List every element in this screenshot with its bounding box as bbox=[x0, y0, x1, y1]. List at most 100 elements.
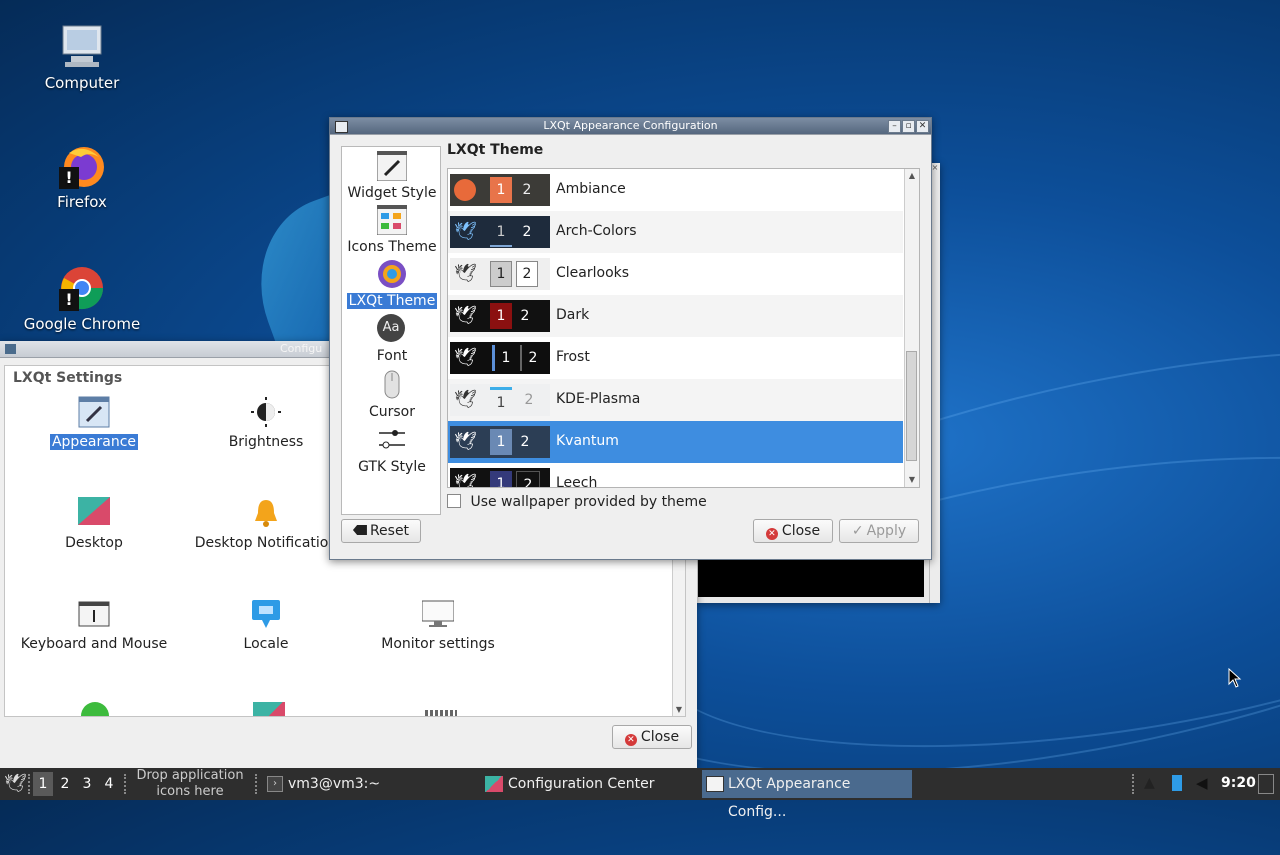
icons-theme-icon bbox=[376, 204, 408, 236]
workspace-1[interactable]: 1 bbox=[33, 772, 53, 796]
theme-preview: 🕊 1 2 bbox=[450, 216, 550, 248]
separator bbox=[1132, 774, 1136, 794]
volume-icon[interactable]: ◀ bbox=[1196, 774, 1214, 792]
desktop-icon-firefox[interactable]: ! Firefox bbox=[17, 143, 147, 211]
sidebar-item-icons-theme[interactable]: Icons Theme bbox=[342, 204, 442, 255]
show-desktop-icon[interactable] bbox=[1258, 774, 1274, 794]
ubuntu-icon bbox=[454, 179, 476, 201]
clock[interactable]: 9:20 bbox=[1221, 768, 1256, 800]
power-icon[interactable] bbox=[81, 702, 109, 716]
widget-style-icon bbox=[376, 150, 408, 182]
window-menu-icon[interactable] bbox=[335, 121, 348, 133]
chrome-icon: ! bbox=[59, 265, 105, 311]
mouse-cursor-icon bbox=[1228, 667, 1242, 688]
terminal-icon: › bbox=[267, 776, 283, 792]
sidebar-item-label: Font bbox=[376, 348, 408, 364]
desktop-icon-label: Computer bbox=[44, 74, 120, 92]
title-bar[interactable]: LXQt Appearance Configuration – ▫ ✕ bbox=[330, 118, 931, 135]
minimize-icon[interactable]: – bbox=[888, 120, 901, 133]
main-menu-icon[interactable]: 🕊 bbox=[4, 773, 27, 795]
close-button[interactable]: ✕ Close bbox=[612, 725, 692, 749]
theme-name: Leech bbox=[556, 475, 598, 488]
lxqt-bird-icon: 🕊 bbox=[454, 431, 477, 452]
theme-row-kvantum[interactable]: 🕊 1 2 Kvantum bbox=[448, 421, 903, 463]
window-menu-icon[interactable] bbox=[5, 344, 16, 354]
settings-item-appearance[interactable]: Appearance bbox=[9, 396, 179, 450]
desktop-icon-computer[interactable]: Computer bbox=[17, 24, 147, 92]
sidebar-item-widget-style[interactable]: Widget Style bbox=[342, 150, 442, 201]
workspace-2[interactable]: 2 bbox=[55, 772, 75, 796]
window-title: LXQt Appearance Configuration bbox=[543, 119, 718, 132]
reset-button[interactable]: Reset bbox=[341, 519, 421, 543]
mouse-icon bbox=[377, 370, 407, 400]
close-button-label: Close bbox=[781, 523, 821, 539]
theme-row-dark[interactable]: 🕊 1 2 Dark bbox=[448, 295, 903, 337]
separator bbox=[124, 774, 128, 794]
sidebar-item-label: Widget Style bbox=[347, 185, 437, 201]
keyboard-mouse-icon bbox=[78, 598, 110, 630]
sidebar-item-font[interactable]: Aa Font bbox=[342, 314, 442, 364]
settings-item-brightness[interactable]: Brightness bbox=[181, 396, 351, 450]
scroll-down-arrow-icon[interactable]: ▼ bbox=[673, 705, 685, 714]
settings-item-label: Locale bbox=[243, 636, 289, 652]
settings-item-desktop[interactable]: Desktop bbox=[9, 497, 179, 551]
settings-item-keyboard-mouse[interactable]: Keyboard and Mouse bbox=[9, 598, 179, 652]
theme-row-arch-colors[interactable]: 🕊 1 2 Arch-Colors bbox=[448, 211, 903, 253]
close-button[interactable]: ✕ Close bbox=[753, 519, 833, 543]
theme-row-kde-plasma[interactable]: 🕊 1 2 KDE-Plasma bbox=[448, 379, 903, 421]
settings-item-desktop-notification[interactable]: Desktop Notification bbox=[181, 497, 351, 551]
lxqt-theme-icon bbox=[377, 259, 407, 289]
locale-icon bbox=[250, 598, 282, 630]
wallpaper-checkbox-row[interactable]: Use wallpaper provided by theme bbox=[447, 494, 707, 512]
apply-button-label: Apply bbox=[866, 523, 907, 539]
scroll-up-arrow-icon[interactable]: ▲ bbox=[905, 169, 919, 183]
sidebar-item-label: Icons Theme bbox=[347, 239, 437, 255]
workspace-num: 1 bbox=[490, 471, 512, 487]
workspace-num: 2 bbox=[520, 434, 530, 450]
wallpaper-checkbox[interactable] bbox=[447, 494, 461, 508]
category-sidebar: Widget Style Icons Theme LXQt Theme Aa F… bbox=[341, 146, 441, 515]
shortcut-keys-icon[interactable] bbox=[425, 710, 457, 716]
theme-preview: 🕊 1 2 bbox=[450, 342, 550, 374]
settings-item-monitor-settings[interactable]: Monitor settings bbox=[353, 598, 523, 652]
wallpaper-checkbox-label: Use wallpaper provided by theme bbox=[470, 494, 707, 510]
theme-name: Frost bbox=[556, 349, 590, 365]
theme-row-clearlooks[interactable]: 🕊 1 2 Clearlooks bbox=[448, 253, 903, 295]
theme-row-frost[interactable]: 🕊 1 2 Frost bbox=[448, 337, 903, 379]
battery-icon[interactable] bbox=[1172, 775, 1182, 791]
task-configuration-center[interactable]: Configuration Center bbox=[482, 770, 694, 798]
scrollbar-thumb[interactable] bbox=[906, 351, 917, 461]
session-icon[interactable] bbox=[253, 702, 285, 716]
sidebar-item-lxqt-theme[interactable]: LXQt Theme bbox=[342, 259, 442, 309]
terminal-output[interactable] bbox=[698, 559, 924, 597]
maximize-icon[interactable]: ▫ bbox=[902, 120, 915, 133]
theme-preview: 🕊 1 2 bbox=[450, 258, 550, 290]
workspace-3[interactable]: 3 bbox=[77, 772, 97, 796]
theme-list-scrollbar[interactable]: ▲ ▼ bbox=[904, 169, 919, 487]
workspace-num: 2 bbox=[520, 345, 544, 371]
theme-preview: 🕊 1 2 bbox=[450, 468, 550, 487]
appearance-config-window: LXQt Appearance Configuration – ▫ ✕ Widg… bbox=[329, 117, 932, 560]
theme-row-ambiance[interactable]: 1 2 Ambiance bbox=[448, 169, 903, 211]
sidebar-item-gtk-style[interactable]: GTK Style bbox=[342, 425, 442, 475]
task-terminal[interactable]: › vm3@vm3:~ bbox=[262, 770, 472, 798]
notification-bell-icon[interactable]: ▲ bbox=[1144, 775, 1158, 791]
scroll-down-arrow-icon[interactable]: ▼ bbox=[905, 473, 919, 487]
theme-row-leech[interactable]: 🕊 1 2 Leech bbox=[448, 463, 903, 488]
sidebar-item-cursor[interactable]: Cursor bbox=[342, 370, 442, 420]
settings-item-locale[interactable]: Locale bbox=[181, 598, 351, 652]
workspace-4[interactable]: 4 bbox=[99, 772, 119, 796]
desktop-icon-label: Google Chrome bbox=[23, 315, 141, 333]
apply-button[interactable]: ✓ Apply bbox=[839, 519, 919, 543]
window-close-icon[interactable]: ✕ bbox=[916, 120, 929, 133]
workspace-num: 1 bbox=[490, 387, 512, 416]
workspace-num: 1 bbox=[490, 219, 512, 247]
theme-name: Clearlooks bbox=[556, 265, 630, 281]
task-appearance-config[interactable]: LXQt Appearance Config... bbox=[702, 770, 912, 820]
appearance-icon bbox=[706, 776, 724, 792]
clear-icon bbox=[352, 525, 367, 535]
desktop-icon-chrome[interactable]: ! Google Chrome bbox=[17, 265, 147, 333]
theme-preview: 1 2 bbox=[450, 174, 550, 206]
theme-list[interactable]: 1 2 Ambiance 🕊 1 2 Arch-Colors 🕊 1 2 Cle… bbox=[447, 168, 920, 488]
monitor-icon bbox=[421, 598, 455, 630]
